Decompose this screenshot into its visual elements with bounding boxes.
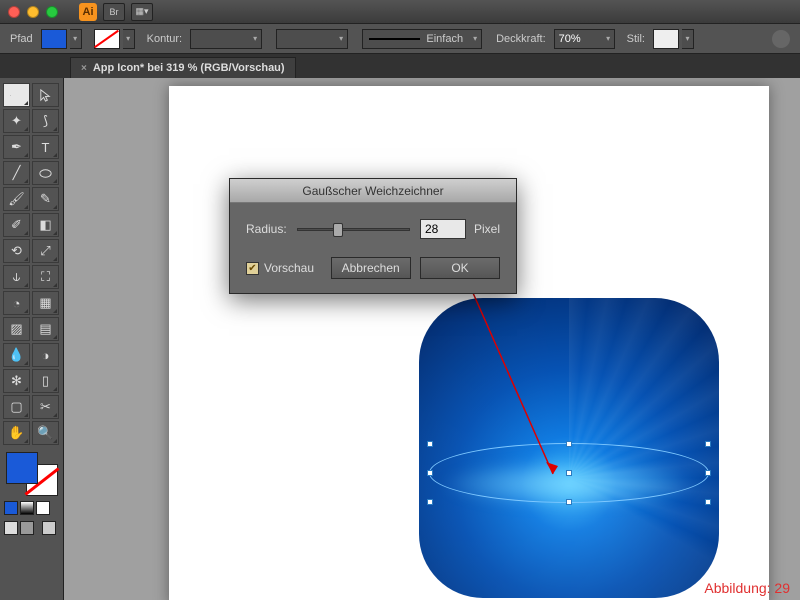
magic-wand-tool[interactable]: ✦ [3, 109, 30, 133]
direct-selection-tool[interactable] [32, 83, 59, 107]
lasso-tool[interactable]: ⟆ [32, 109, 59, 133]
document-tabs: × App Icon* bei 319 % (RGB/Vorschau) [0, 54, 800, 78]
mesh-tool[interactable]: ▨ [3, 317, 30, 341]
cancel-button[interactable]: Abbrechen [331, 257, 411, 279]
pencil-tool[interactable]: ✎ [32, 187, 59, 211]
canvas-area[interactable]: Gaußscher Weichzeichner Radius: Pixel ✔ … [64, 78, 800, 600]
document-setup-icon[interactable] [772, 30, 790, 48]
figure-caption: Abbildung: 29 [704, 580, 790, 596]
fill-color[interactable] [6, 452, 38, 484]
resize-handle[interactable] [427, 470, 433, 476]
dialog-title: Gaußscher Weichzeichner [230, 179, 516, 203]
checkbox-icon: ✔ [246, 262, 259, 275]
rotate-tool[interactable]: ⟲ [3, 239, 30, 263]
shape-builder-tool[interactable]: ◔ [3, 291, 30, 315]
graphic-style-dropdown[interactable]: ▾ [682, 29, 694, 49]
fill-dropdown[interactable]: ▾ [70, 29, 82, 49]
tab-title: App Icon* bei 319 % (RGB/Vorschau) [93, 62, 285, 74]
preview-checkbox[interactable]: ✔ Vorschau [246, 261, 314, 275]
fill-swatch[interactable] [41, 29, 67, 49]
maximize-window-icon[interactable] [46, 6, 58, 18]
stroke-label: Kontur: [147, 33, 182, 45]
resize-handle[interactable] [566, 499, 572, 505]
resize-handle[interactable] [427, 441, 433, 447]
close-window-icon[interactable] [8, 6, 20, 18]
symbol-sprayer-tool[interactable]: ✻ [3, 369, 30, 393]
eyedropper-tool[interactable]: 💧 [3, 343, 30, 367]
stroke-profile-select[interactable] [276, 29, 348, 49]
macos-titlebar: Ai Br ▦▾ [0, 0, 800, 24]
scale-tool[interactable]: ⤢ [32, 239, 59, 263]
gaussian-blur-dialog: Gaußscher Weichzeichner Radius: Pixel ✔ … [229, 178, 517, 294]
gradient-tool[interactable]: ▤ [32, 317, 59, 341]
radius-slider[interactable] [297, 228, 410, 231]
blob-brush-tool[interactable]: ✐ [3, 213, 30, 237]
color-mode-solid[interactable] [4, 501, 18, 515]
paintbrush-tool[interactable]: 🖌 [3, 187, 30, 211]
stroke-swatch[interactable] [94, 29, 120, 49]
screen-mode-normal[interactable] [4, 521, 18, 535]
tools-panel: ✦ ⟆ ✒ T ╱ 🖌 ✎ ✐ ◧ ⟲ ⤢ ⫝ ⛶ ◔ ▦ ▨ ▤ 💧 ◑ ✻ … [0, 78, 64, 600]
radius-label: Radius: [246, 222, 287, 236]
radius-unit: Pixel [474, 222, 500, 236]
document-tab[interactable]: × App Icon* bei 319 % (RGB/Vorschau) [70, 57, 296, 78]
draw-mode[interactable] [42, 521, 56, 535]
resize-handle[interactable] [427, 499, 433, 505]
free-transform-tool[interactable]: ⛶ [32, 265, 59, 289]
pen-tool[interactable]: ✒ [3, 135, 30, 159]
line-tool[interactable]: ╱ [3, 161, 30, 185]
slice-tool[interactable]: ✂ [32, 395, 59, 419]
type-tool[interactable]: T [32, 135, 59, 159]
graphic-style-swatch[interactable] [653, 29, 679, 49]
color-swatches [3, 452, 61, 536]
slider-thumb-icon[interactable] [333, 223, 343, 237]
opacity-dropdown[interactable]: ▾ [603, 29, 615, 49]
selection-tool[interactable] [3, 83, 30, 107]
screen-mode-full[interactable] [20, 521, 34, 535]
width-tool[interactable]: ⫝ [3, 265, 30, 289]
perspective-tool[interactable]: ▦ [32, 291, 59, 315]
graph-tool[interactable]: ▯ [32, 369, 59, 393]
color-mode-none[interactable] [36, 501, 50, 515]
stroke-weight-select[interactable] [190, 29, 262, 49]
stroke-dropdown[interactable]: ▾ [123, 29, 135, 49]
brush-select[interactable]: Einfach [362, 29, 482, 49]
resize-handle[interactable] [705, 441, 711, 447]
selection-bounding-ellipse[interactable] [429, 443, 709, 503]
style-label: Stil: [627, 33, 645, 45]
close-tab-icon[interactable]: × [81, 63, 87, 74]
radius-input[interactable] [420, 219, 466, 239]
illustrator-app-icon: Ai [79, 3, 97, 21]
brush-selected-label: Einfach [426, 33, 463, 45]
opacity-input[interactable] [554, 29, 604, 49]
control-bar: Pfad ▾ ▾ Kontur: Einfach Deckkraft: ▾ St… [0, 24, 800, 54]
color-mode-gradient[interactable] [20, 501, 34, 515]
eraser-tool[interactable]: ◧ [32, 213, 59, 237]
resize-handle[interactable] [705, 470, 711, 476]
hand-tool[interactable]: ✋ [3, 421, 30, 445]
ok-button[interactable]: OK [420, 257, 500, 279]
center-handle[interactable] [566, 470, 572, 476]
arrange-documents-icon[interactable]: ▦▾ [131, 3, 153, 21]
blend-tool[interactable]: ◑ [32, 343, 59, 367]
artboard-tool[interactable]: ▢ [3, 395, 30, 419]
resize-handle[interactable] [566, 441, 572, 447]
selection-type-label: Pfad [10, 33, 33, 45]
zoom-tool[interactable]: 🔍 [32, 421, 59, 445]
minimize-window-icon[interactable] [27, 6, 39, 18]
opacity-label: Deckkraft: [496, 33, 546, 45]
rectangle-tool[interactable] [32, 161, 59, 185]
resize-handle[interactable] [705, 499, 711, 505]
preview-label: Vorschau [264, 261, 314, 275]
bridge-icon[interactable]: Br [103, 3, 125, 21]
